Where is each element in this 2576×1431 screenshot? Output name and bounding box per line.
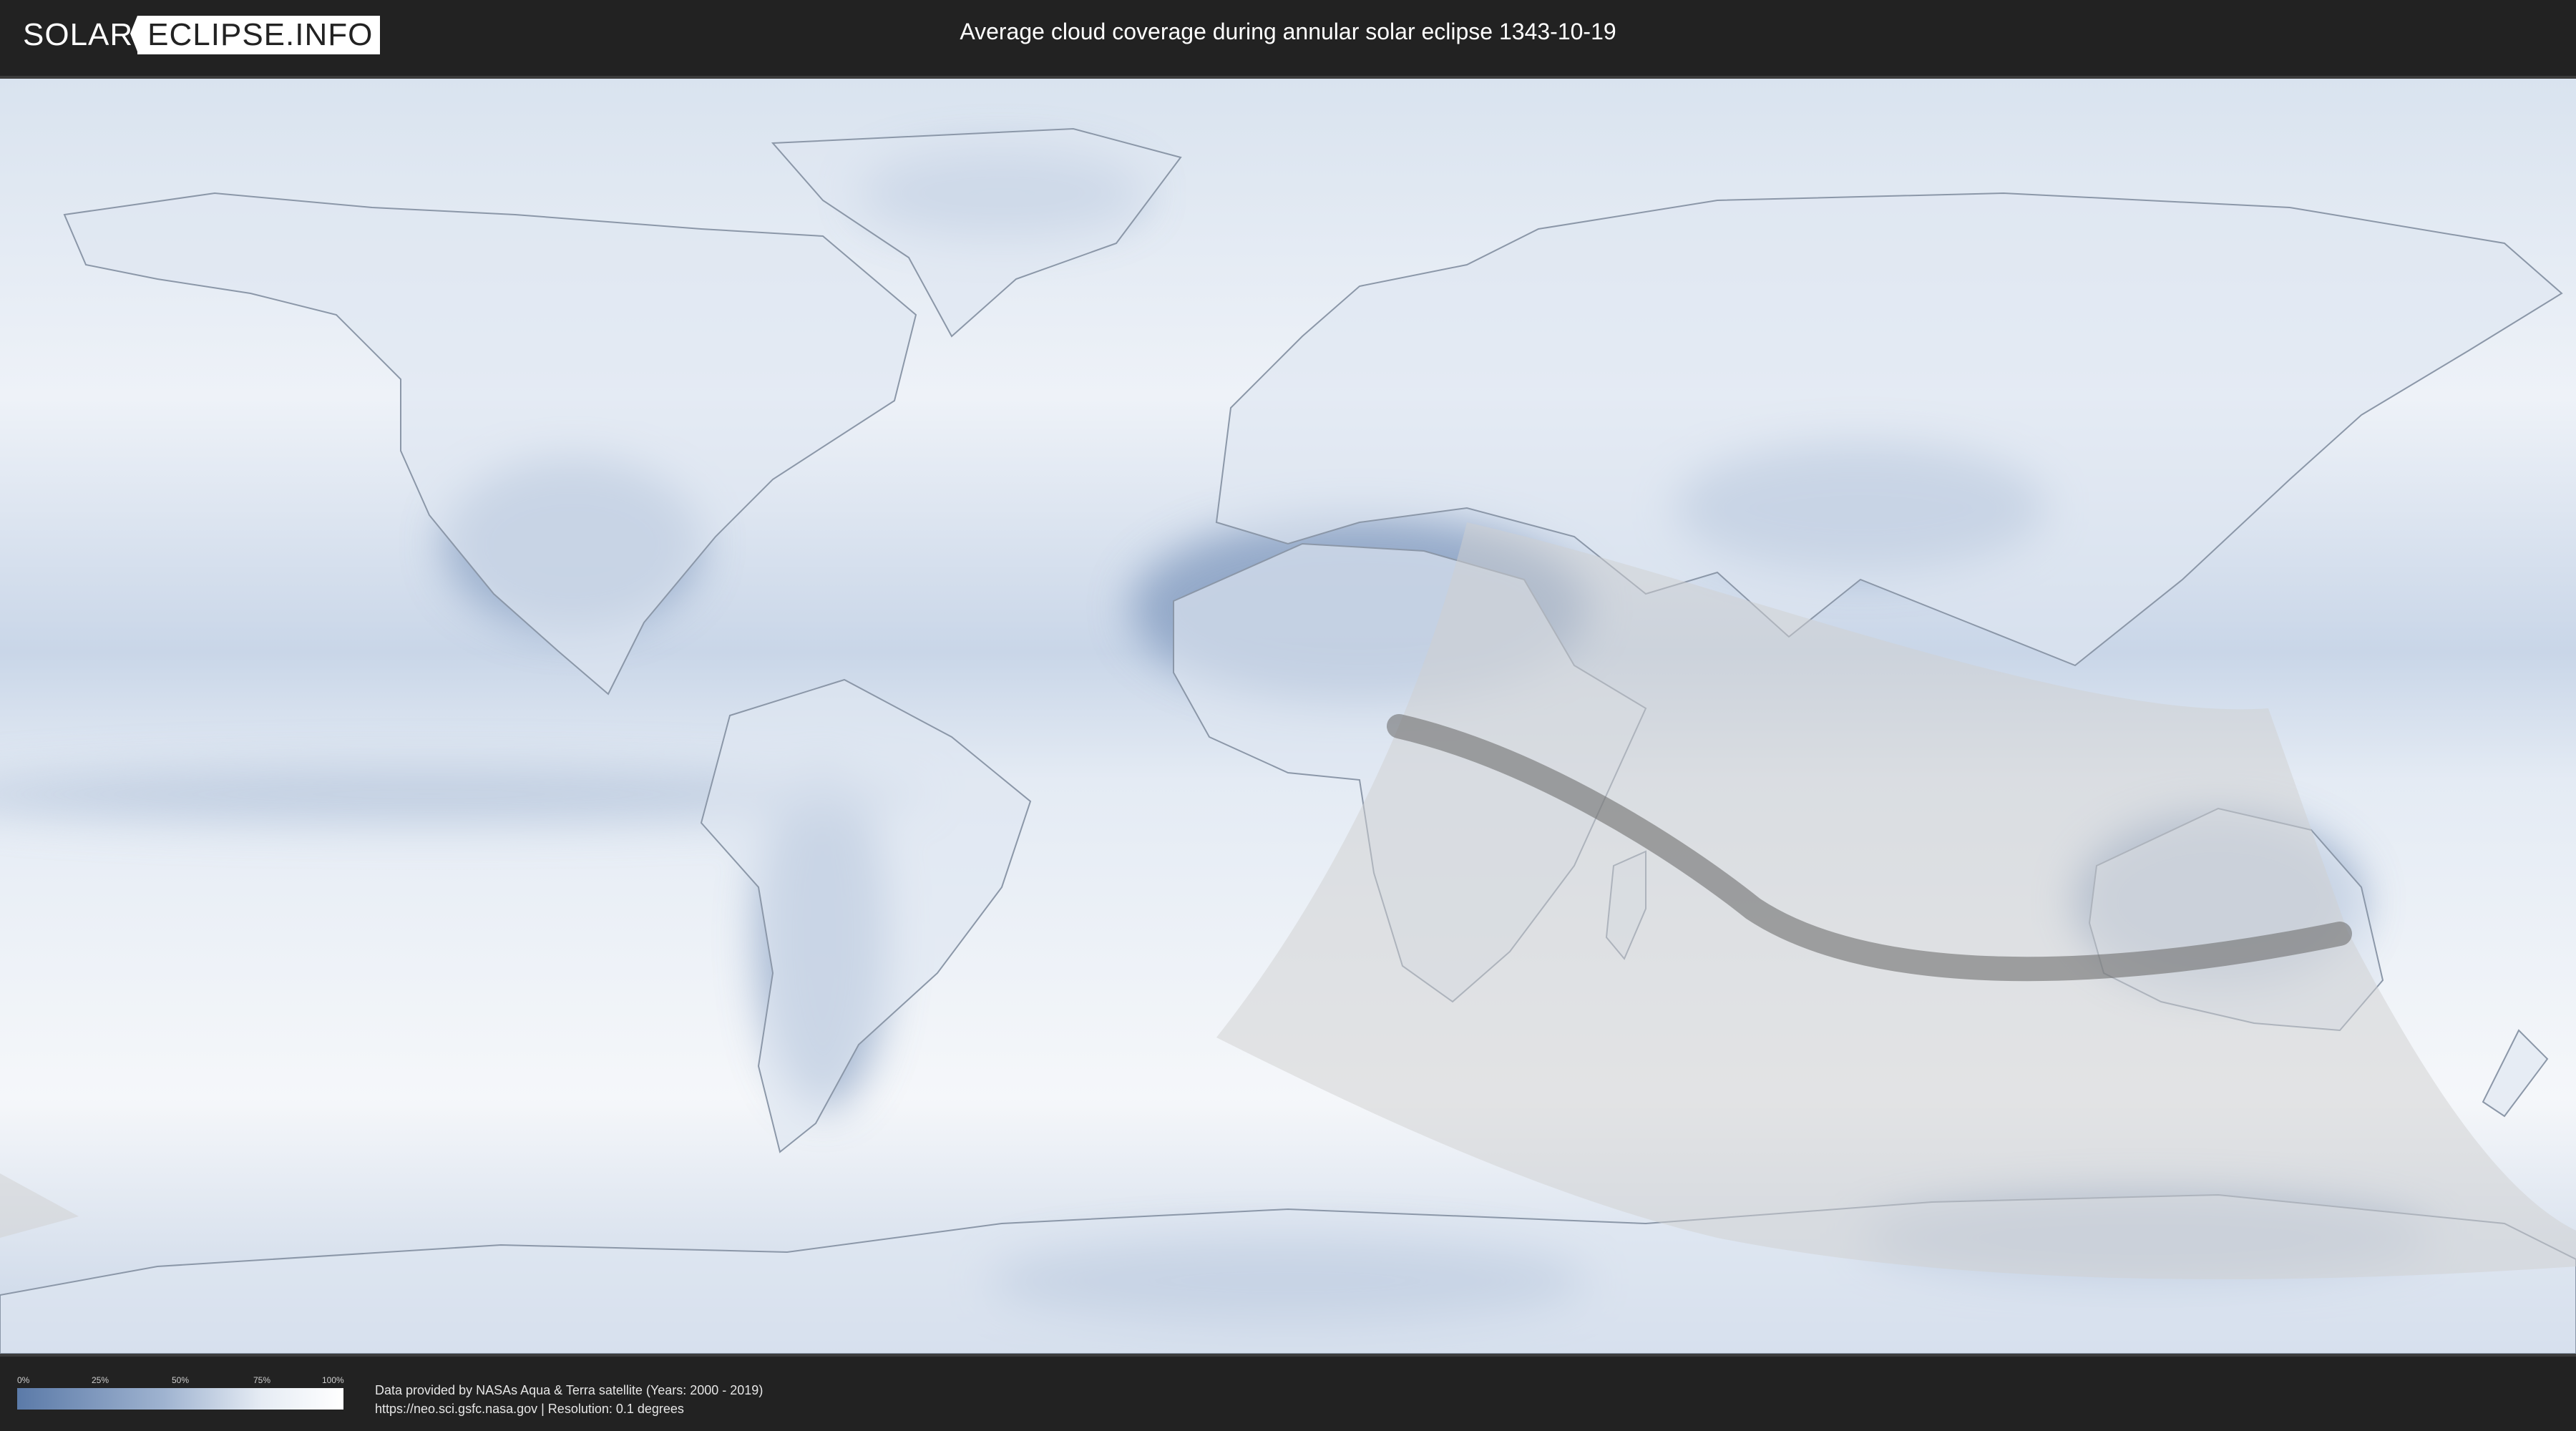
page-title: Average cloud coverage during annular so…: [960, 19, 1616, 44]
legend-tick-50: 50%: [172, 1375, 190, 1385]
data-credits: Data provided by NASAs Aqua & Terra sate…: [375, 1381, 763, 1418]
cloud-coverage-map: [0, 76, 2576, 1357]
legend-tick-25: 25%: [92, 1375, 109, 1385]
footer-bar: 0% 25% 50% 75% 100% Data provided by NAS…: [0, 1357, 2576, 1431]
cloud-coverage-legend: 0% 25% 50% 75% 100%: [17, 1375, 344, 1410]
header-bar: SOLAR ECLIPSE.INFO Average cloud coverag…: [0, 0, 2576, 72]
map-canvas: [0, 79, 2576, 1354]
legend-tick-labels: 0% 25% 50% 75% 100%: [17, 1375, 344, 1388]
legend-tick-75: 75%: [253, 1375, 271, 1385]
credit-line-2[interactable]: https://neo.sci.gsfc.nasa.gov | Resoluti…: [375, 1400, 763, 1418]
legend-tick-100: 100%: [322, 1375, 344, 1385]
credit-line-1: Data provided by NASAs Aqua & Terra sate…: [375, 1383, 763, 1397]
legend-color-bar: [17, 1388, 343, 1410]
legend-tick-0: 0%: [17, 1375, 30, 1385]
